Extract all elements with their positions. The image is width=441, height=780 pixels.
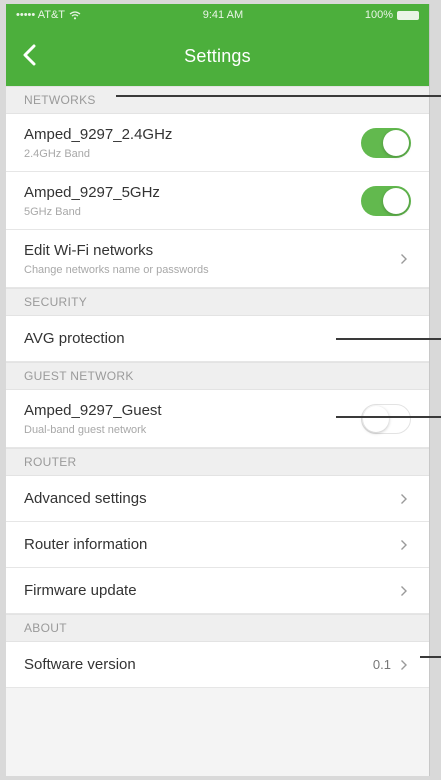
section-header-about: ABOUT: [6, 614, 429, 642]
navigation-bar: Settings: [6, 26, 429, 86]
callout-line-guest-network: [336, 416, 441, 418]
edit-wifi-networks-row[interactable]: Edit Wi-Fi networks Change networks name…: [6, 230, 429, 288]
callout-line-security: [336, 338, 441, 340]
status-time: 9:41 AM: [202, 9, 244, 21]
guest-network-row[interactable]: Amped_9297_Guest Dual-band guest network: [6, 390, 429, 448]
toggle-2-4ghz[interactable]: [361, 127, 411, 158]
chevron-left-icon: [23, 44, 36, 66]
row-subtitle: Change networks name or passwords: [24, 263, 209, 276]
page-title: Settings: [184, 45, 251, 66]
callout-line-firmware-update: [420, 656, 441, 658]
row-title: Amped_9297_Guest: [24, 401, 162, 419]
chevron-right-icon: [397, 252, 411, 266]
status-carrier-group: ••••• AT&T: [16, 9, 81, 21]
toggle-knob: [383, 129, 409, 156]
firmware-update-row[interactable]: Firmware update: [6, 568, 429, 614]
toggle-knob: [363, 405, 389, 432]
chevron-right-icon: [397, 492, 411, 506]
network-row-2-4ghz[interactable]: Amped_9297_2.4GHz 2.4GHz Band: [6, 114, 429, 172]
router-information-row[interactable]: Router information: [6, 522, 429, 568]
row-subtitle: 5GHz Band: [24, 205, 81, 218]
row-title: Edit Wi-Fi networks: [24, 241, 154, 259]
row-title: Software version: [24, 656, 136, 673]
row-title: Amped_9297_2.4GHz: [24, 125, 173, 143]
section-header-security: SECURITY: [6, 288, 429, 316]
wifi-signal-icon: [69, 10, 81, 19]
row-title: Router information: [24, 536, 148, 553]
software-version-value: 0.1: [372, 657, 391, 672]
section-header-guest-network: GUEST NETWORK: [6, 362, 429, 390]
chevron-right-icon: [397, 584, 411, 598]
row-title: Amped_9297_5GHz: [24, 183, 160, 201]
callout-line-networks: [116, 95, 441, 97]
status-battery-group: 100%: [365, 9, 419, 21]
back-button[interactable]: [14, 40, 44, 70]
status-bar: ••••• AT&T 9:41 AM 100%: [6, 4, 429, 26]
section-header-networks: NETWORKS: [6, 86, 429, 114]
section-header-router: ROUTER: [6, 448, 429, 476]
network-row-5ghz[interactable]: Amped_9297_5GHz 5GHz Band: [6, 172, 429, 230]
row-subtitle: 2.4GHz Band: [24, 147, 91, 160]
row-title: Advanced settings: [24, 490, 147, 507]
carrier-label: ••••• AT&T: [16, 9, 66, 21]
software-version-row[interactable]: Software version 0.1: [6, 642, 429, 688]
row-subtitle: Dual-band guest network: [24, 423, 147, 436]
toggle-guest-network[interactable]: [361, 403, 411, 434]
chevron-right-icon: [397, 658, 411, 672]
settings-screen: ••••• AT&T 9:41 AM 100% Settings NETWORK…: [6, 4, 430, 776]
battery-icon: [396, 10, 419, 20]
chevron-right-icon: [397, 538, 411, 552]
advanced-settings-row[interactable]: Advanced settings: [6, 476, 429, 522]
row-title: Firmware update: [24, 582, 137, 599]
battery-percent: 100%: [364, 9, 393, 21]
toggle-5ghz[interactable]: [361, 185, 411, 216]
toggle-knob: [383, 187, 409, 214]
